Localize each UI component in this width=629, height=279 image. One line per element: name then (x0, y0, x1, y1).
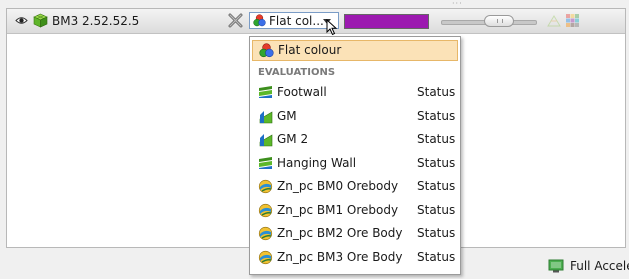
triangle-mesh-icon[interactable] (547, 15, 561, 27)
menu-item-evaluation[interactable]: Zn_pc BM0 Orebody Status (252, 176, 458, 197)
menu-item-evaluation[interactable]: Zn_pc BM1 Orebody Status (252, 200, 458, 221)
menu-item-status: Status (417, 155, 456, 170)
slider-handle[interactable] (484, 15, 514, 27)
colour-mode-dropdown[interactable]: Flat col... (249, 12, 339, 36)
monitor-icon (548, 259, 564, 273)
block-model-icon (33, 13, 48, 28)
menu-item-label: GM (277, 108, 297, 123)
evaluation-layer-icon (258, 85, 273, 100)
object-name: BM3 2.52.52.5 (52, 14, 140, 28)
menu-item-evaluation[interactable]: GM 2 Status (252, 129, 458, 150)
menu-item-evaluation[interactable]: Zn_pc BM2 Ore Body Status (252, 223, 458, 244)
colour-swatch[interactable] (344, 14, 429, 29)
menu-item-label: Zn_pc BM3 Ore Body (277, 249, 403, 264)
menu-item-label: Footwall (277, 85, 327, 99)
menu-item-label: Zn_pc BM1 Orebody (277, 202, 399, 217)
menu-item-label: Zn_pc BM0 Orebody (277, 179, 399, 193)
flat-colour-icon (259, 43, 274, 58)
menu-item-status: Status (417, 202, 456, 217)
menu-item-evaluation[interactable]: Zn_pc BM3 Ore Body Status (252, 247, 458, 268)
orebody-icon (258, 250, 273, 265)
menu-item-status: Status (417, 249, 456, 264)
evaluation-layer-icon (258, 156, 273, 171)
menu-item-evaluation[interactable]: Footwall Status (252, 82, 458, 103)
menu-item-flat-colour[interactable]: Flat colour (252, 40, 458, 61)
section-header-evaluations: EVALUATIONS (258, 67, 336, 78)
orebody-icon (258, 179, 273, 194)
menu-item-label: Hanging Wall (277, 155, 357, 170)
drag-handle[interactable]: ··· (452, 0, 464, 8)
menu-item-status: Status (417, 85, 456, 99)
menu-item-evaluation[interactable]: GM Status (252, 106, 458, 127)
mouse-cursor-icon (326, 19, 338, 36)
menu-item-label: GM 2 (277, 132, 309, 146)
menu-item-status: Status (417, 226, 456, 240)
evaluation-surface-icon (258, 109, 273, 124)
orebody-icon (258, 203, 273, 218)
object-row[interactable]: BM3 2.52.52.5 Flat col... (7, 9, 625, 36)
menu-item-status: Status (417, 179, 456, 193)
menu-item-status: Status (417, 108, 456, 123)
menu-item-label: Zn_pc BM2 Ore Body (277, 226, 403, 240)
remove-icon[interactable] (227, 12, 244, 29)
evaluation-surface-icon (258, 132, 273, 147)
status-bar-text: Full Accele (570, 259, 629, 273)
colour-mode-menu: Flat colour EVALUATIONS Footwall Status GM… (249, 36, 461, 275)
colour-grid-icon[interactable] (566, 14, 579, 27)
flat-colour-icon (253, 14, 266, 27)
eye-visibility-icon[interactable] (15, 15, 28, 26)
orebody-icon (258, 226, 273, 241)
menu-item-evaluation[interactable]: Hanging Wall Status (252, 153, 458, 174)
colour-mode-value: Flat col... (269, 14, 324, 28)
menu-item-status: Status (417, 132, 456, 146)
menu-item-label: Flat colour (278, 43, 342, 57)
